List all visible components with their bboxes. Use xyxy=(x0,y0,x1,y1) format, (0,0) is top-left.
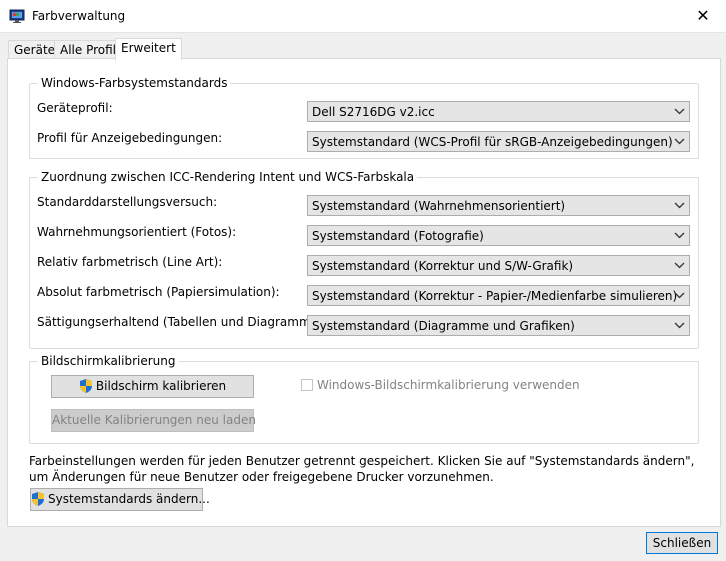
intent-label-relative: Relativ farbmetrisch (Line Art): xyxy=(37,255,223,269)
chevron-down-icon xyxy=(674,202,685,209)
viewing-conditions-label: Profil für Anzeigebedingungen: xyxy=(37,131,223,145)
intent-label-saturation: Sättigungserhaltend (Tabellen und Diagra… xyxy=(37,315,327,329)
intent-relative-dropdown[interactable]: Systemstandard (Korrektur und S/W-Grafik… xyxy=(307,255,690,276)
calibrate-display-button[interactable]: Bildschirm kalibrieren xyxy=(51,375,254,398)
chevron-down-icon xyxy=(674,262,685,269)
color-management-icon xyxy=(9,9,25,23)
title-bar: Farbverwaltung ✕ xyxy=(0,0,726,33)
intent-saturation-dropdown[interactable]: Systemstandard (Diagramme und Grafiken) xyxy=(307,315,690,336)
use-windows-calibration-checkbox[interactable] xyxy=(301,379,313,391)
intent-default-dropdown[interactable]: Systemstandard (Wahrnehmensorientiert) xyxy=(307,195,690,216)
intent-label-default: Standarddarstellungsversuch: xyxy=(37,195,218,209)
intent-label-perceptual: Wahrnehmungsorientiert (Fotos): xyxy=(37,225,237,239)
reload-calibrations-button[interactable]: Aktuelle Kalibrierungen neu laden xyxy=(51,409,256,432)
device-profile-label: Geräteprofil: xyxy=(37,101,113,115)
window-title: Farbverwaltung xyxy=(32,9,126,23)
use-windows-calibration-label: Windows-Bildschirmkalibrierung verwenden xyxy=(317,378,580,392)
viewing-conditions-dropdown[interactable]: Systemstandard (WCS-Profil für sRGB-Anze… xyxy=(307,131,690,152)
close-button[interactable]: Schließen xyxy=(646,532,718,554)
uac-shield-icon xyxy=(32,492,44,506)
group-legend: Windows-Farbsystemstandards xyxy=(38,75,231,91)
chevron-down-icon xyxy=(674,232,685,239)
tab-advanced[interactable]: Erweitert xyxy=(115,38,182,60)
intent-perceptual-dropdown[interactable]: Systemstandard (Fotografie) xyxy=(307,225,690,246)
tab-strip: Geräte Alle Profile Erweitert xyxy=(0,32,726,60)
chevron-down-icon xyxy=(674,322,685,329)
chevron-down-icon xyxy=(674,108,685,115)
change-system-defaults-button[interactable]: Systemstandards ändern... xyxy=(30,488,210,511)
device-profile-dropdown[interactable]: Dell S2716DG v2.icc xyxy=(307,101,690,122)
chevron-down-icon xyxy=(674,138,685,145)
info-text: Farbeinstellungen werden für jeden Benut… xyxy=(29,454,695,484)
intent-label-absolute: Absolut farbmetrisch (Papiersimulation): xyxy=(37,285,280,299)
uac-shield-icon xyxy=(79,379,92,393)
intent-absolute-dropdown[interactable]: Systemstandard (Korrektur - Papier-/Medi… xyxy=(307,285,690,306)
chevron-down-icon xyxy=(674,292,685,299)
close-window-button[interactable]: ✕ xyxy=(680,0,726,32)
group-legend: Bildschirmkalibrierung xyxy=(38,353,179,369)
group-legend: Zuordnung zwischen ICC-Rendering Intent … xyxy=(38,169,418,185)
close-icon: ✕ xyxy=(696,6,710,25)
